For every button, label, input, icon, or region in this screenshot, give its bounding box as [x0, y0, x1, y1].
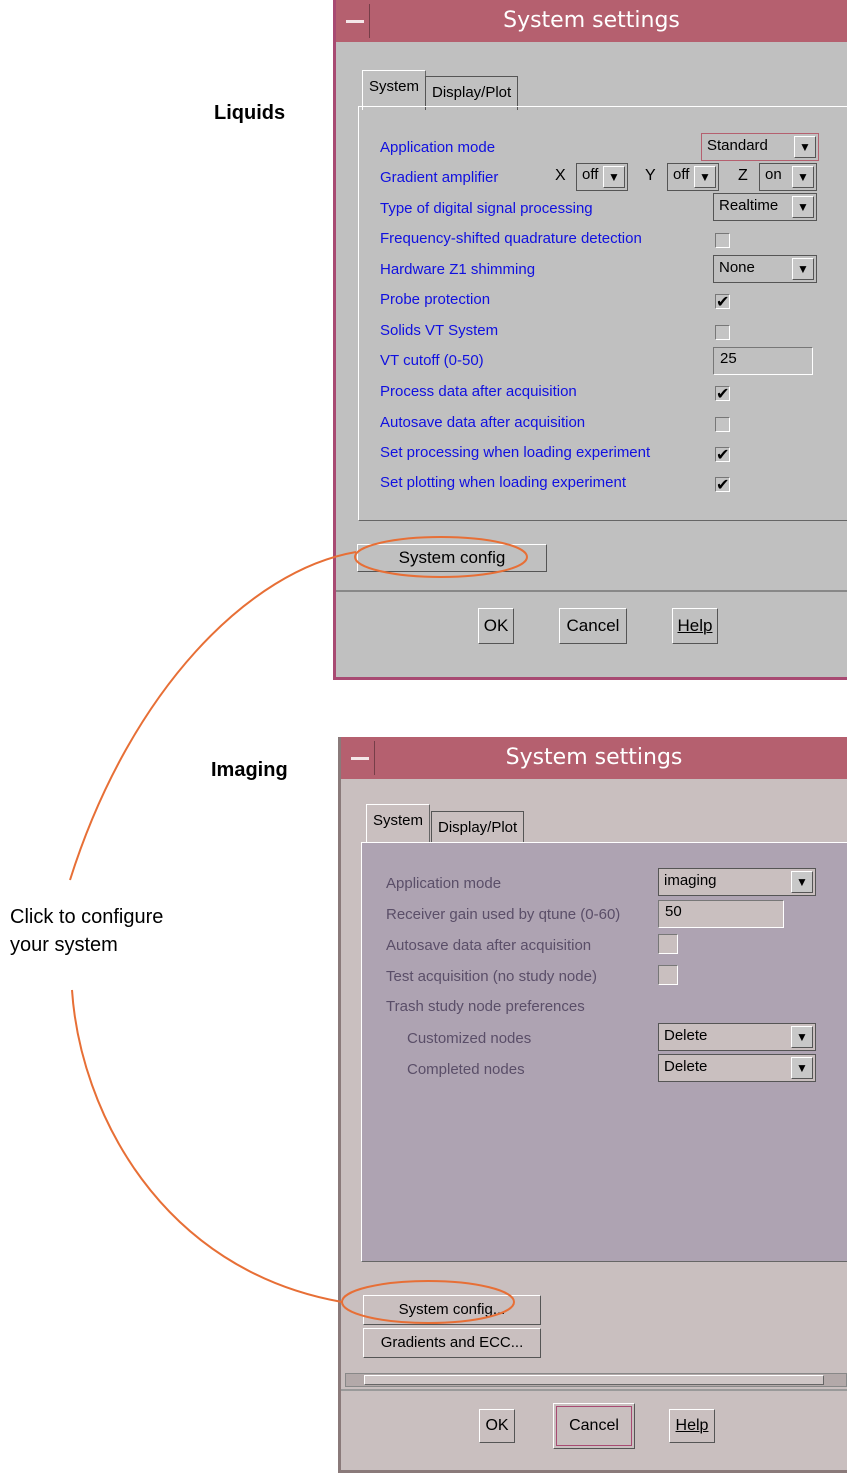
- tab-system[interactable]: System: [366, 804, 431, 846]
- set-processing-label: Set processing when loading experiment: [380, 444, 651, 461]
- system-config-button[interactable]: System config...: [363, 1295, 541, 1325]
- customized-nodes-label: Customized nodes: [407, 1030, 532, 1047]
- set-plotting-label: Set plotting when loading experiment: [380, 474, 626, 491]
- tab-display-plot[interactable]: Display/Plot: [431, 811, 525, 845]
- ok-button[interactable]: OK: [478, 608, 514, 644]
- callout-line-2: your system: [10, 934, 118, 956]
- vt-cutoff-label: VT cutoff (0-50): [380, 352, 484, 369]
- dsp-type-value: Realtime: [719, 197, 779, 214]
- window-menu-button[interactable]: [345, 741, 375, 775]
- help-button[interactable]: Help: [669, 1409, 715, 1443]
- liquids-settings-window: System settings System Display/Plot Appl…: [333, 0, 847, 680]
- imaging-system-panel: Application mode imaging ▼ Receiver gain…: [361, 842, 847, 1262]
- set-plotting-checkbox[interactable]: ✔: [715, 477, 730, 493]
- gradient-x-value: off: [582, 166, 599, 183]
- completed-nodes-value: Delete: [664, 1058, 708, 1075]
- receiver-gain-label: Receiver gain used by qtune (0-60): [386, 906, 621, 923]
- gradient-amplifier-label: Gradient amplifier: [380, 169, 499, 186]
- autosave-label: Autosave data after acquisition: [380, 414, 586, 431]
- gradient-y-label: Y: [645, 167, 656, 184]
- chevron-down-icon: ▼: [694, 166, 716, 188]
- tab-system[interactable]: System: [362, 70, 427, 110]
- window-menu-icon: [351, 757, 369, 760]
- probe-protection-checkbox[interactable]: ✔: [715, 294, 730, 310]
- chevron-down-icon: ▼: [791, 1057, 813, 1079]
- window-title: System settings: [505, 745, 683, 770]
- horizontal-scrollbar[interactable]: [345, 1373, 847, 1387]
- application-mode-value: imaging: [664, 872, 717, 889]
- z1-shimming-value: None: [719, 259, 755, 276]
- fsqd-label: Frequency-shifted quadrature detection: [380, 230, 642, 247]
- help-button[interactable]: Help: [672, 608, 718, 644]
- autosave-checkbox[interactable]: [715, 417, 730, 432]
- gradients-ecc-button[interactable]: Gradients and ECC...: [363, 1328, 541, 1358]
- vt-cutoff-input[interactable]: 25: [713, 347, 813, 375]
- application-mode-label: Application mode: [380, 139, 496, 156]
- chevron-down-icon: ▼: [791, 1026, 813, 1048]
- application-mode-select[interactable]: imaging ▼: [658, 868, 816, 896]
- completed-nodes-select[interactable]: Delete ▼: [658, 1054, 816, 1082]
- solids-vt-checkbox[interactable]: [715, 325, 730, 340]
- liquids-label: Liquids: [214, 102, 286, 124]
- gradient-y-value: off: [673, 166, 690, 183]
- z1-shimming-select[interactable]: None ▼: [713, 255, 817, 283]
- imaging-button-bar: OK Cancel Help: [341, 1389, 847, 1470]
- chevron-down-icon: ▼: [794, 136, 816, 158]
- process-data-checkbox[interactable]: ✔: [715, 386, 730, 402]
- imaging-titlebar[interactable]: System settings: [341, 737, 847, 779]
- process-data-label: Process data after acquisition: [380, 383, 577, 400]
- completed-nodes-label: Completed nodes: [407, 1061, 525, 1078]
- test-acquisition-label: Test acquisition (no study node): [386, 968, 597, 985]
- liquids-titlebar[interactable]: System settings: [336, 0, 847, 42]
- tab-display-plot[interactable]: Display/Plot: [425, 76, 519, 110]
- callout-connector-top: [69, 551, 357, 881]
- autosave-label: Autosave data after acquisition: [386, 937, 592, 954]
- solids-vt-label: Solids VT System: [380, 322, 499, 339]
- gradient-x-select[interactable]: off ▼: [576, 163, 628, 191]
- fsqd-checkbox[interactable]: [715, 233, 730, 248]
- gradient-x-label: X: [555, 167, 566, 184]
- customized-nodes-value: Delete: [664, 1027, 708, 1044]
- window-menu-button[interactable]: [340, 4, 370, 38]
- application-mode-select[interactable]: Standard ▼: [701, 133, 819, 161]
- chevron-down-icon: ▼: [791, 871, 813, 893]
- window-title: System settings: [503, 8, 680, 33]
- imaging-label: Imaging: [211, 759, 288, 781]
- gradient-z-select[interactable]: on ▼: [759, 163, 817, 191]
- trash-prefs-label: Trash study node preferences: [386, 998, 585, 1015]
- gradient-z-value: on: [765, 166, 782, 183]
- cancel-button[interactable]: Cancel: [559, 608, 627, 644]
- callout-line-1: Click to configure: [10, 906, 164, 928]
- receiver-gain-input[interactable]: 50: [658, 900, 784, 928]
- application-mode-value: Standard: [707, 137, 768, 154]
- system-config-button[interactable]: System config: [357, 544, 547, 572]
- cancel-button[interactable]: Cancel: [553, 1403, 635, 1449]
- application-mode-label: Application mode: [386, 875, 502, 892]
- autosave-checkbox[interactable]: [658, 934, 678, 954]
- test-acquisition-checkbox[interactable]: [658, 965, 678, 985]
- dsp-type-label: Type of digital signal processing: [380, 200, 593, 217]
- dsp-type-select[interactable]: Realtime ▼: [713, 193, 817, 221]
- liquids-system-panel: Application mode Standard ▼ Gradient amp…: [358, 106, 847, 521]
- callout-connector-bottom: [71, 989, 343, 1303]
- set-processing-checkbox[interactable]: ✔: [715, 447, 730, 463]
- liquids-button-bar: OK Cancel Help: [336, 590, 847, 677]
- scrollbar-thumb[interactable]: [364, 1375, 824, 1385]
- chevron-down-icon: ▼: [792, 166, 814, 188]
- window-menu-icon: [346, 20, 364, 23]
- callout-text: Click to configure your system: [10, 903, 163, 959]
- chevron-down-icon: ▼: [792, 196, 814, 218]
- imaging-settings-window: System settings System Display/Plot Appl…: [338, 737, 847, 1473]
- gradient-y-select[interactable]: off ▼: [667, 163, 719, 191]
- customized-nodes-select[interactable]: Delete ▼: [658, 1023, 816, 1051]
- gradient-z-label: Z: [738, 167, 748, 184]
- z1-shimming-label: Hardware Z1 shimming: [380, 261, 536, 278]
- probe-protection-label: Probe protection: [380, 291, 491, 308]
- ok-button[interactable]: OK: [479, 1409, 515, 1443]
- chevron-down-icon: ▼: [603, 166, 625, 188]
- chevron-down-icon: ▼: [792, 258, 814, 280]
